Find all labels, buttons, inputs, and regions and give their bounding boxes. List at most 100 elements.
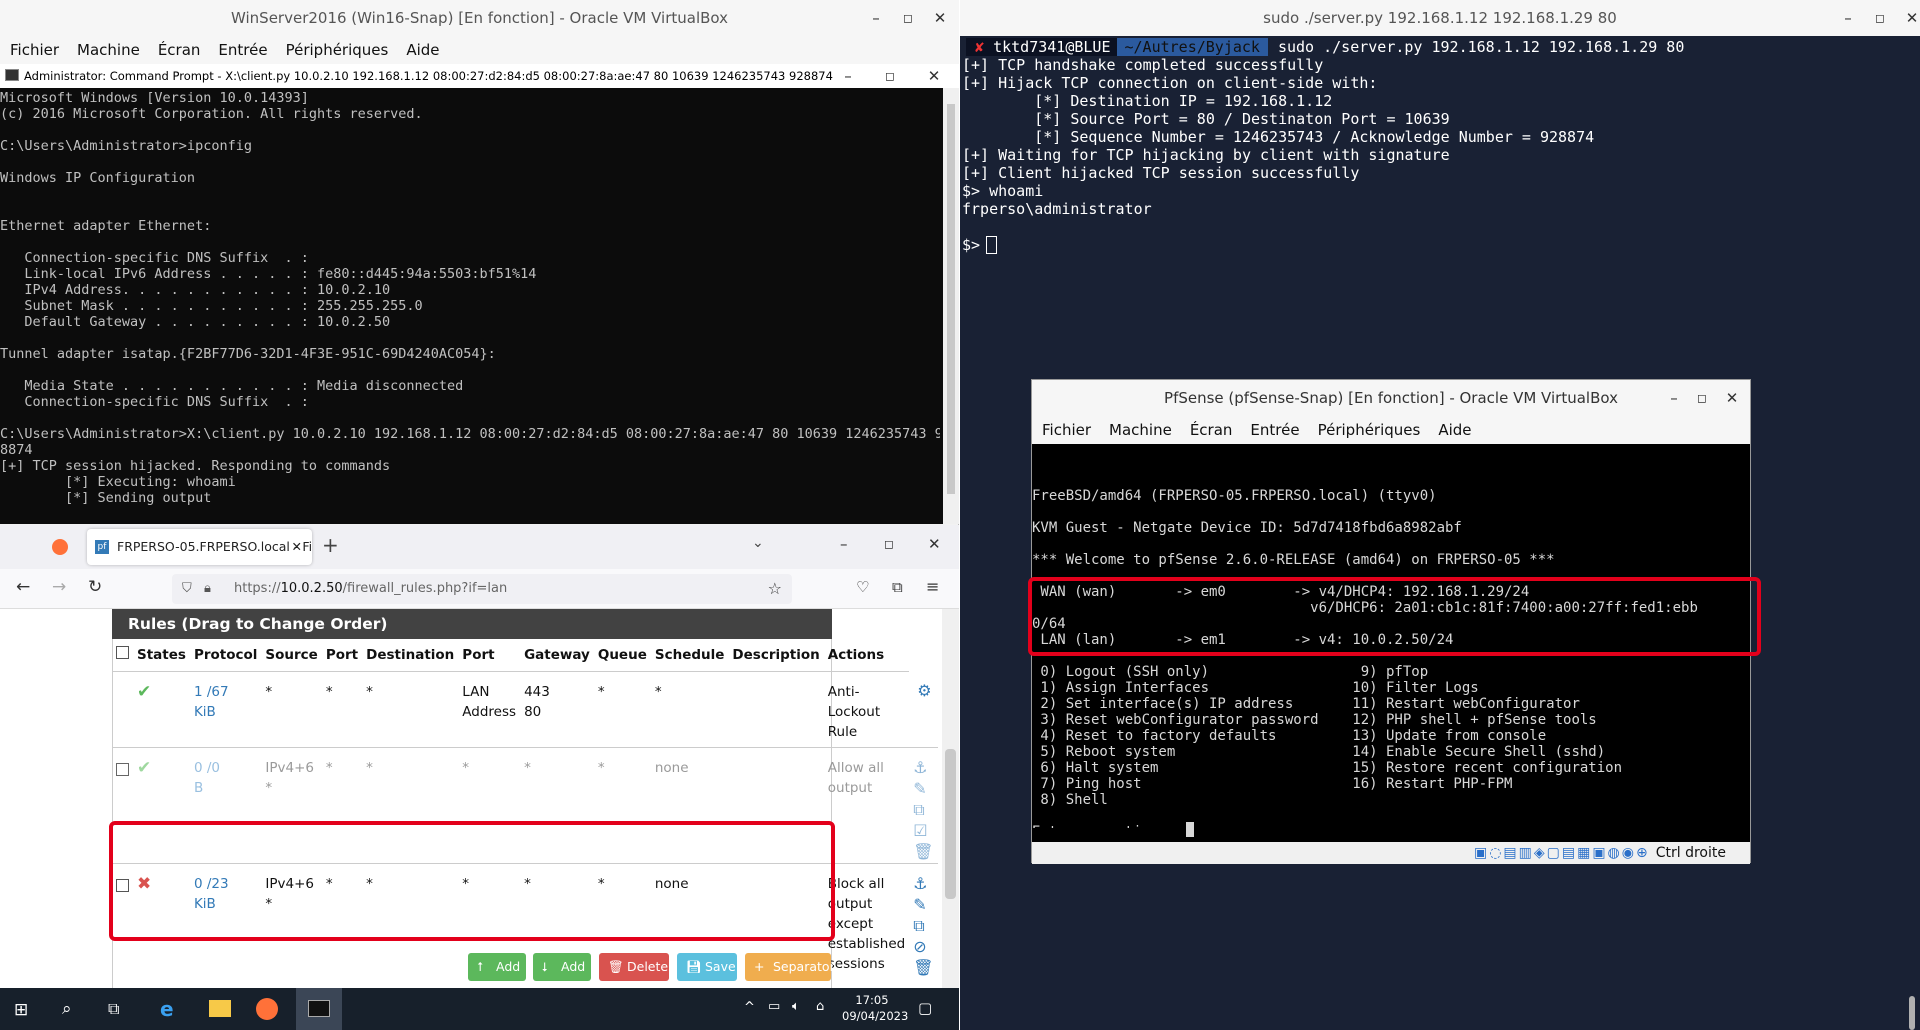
states-unit: B [193, 779, 204, 796]
desc-line: Rule [827, 723, 858, 740]
minimize-icon[interactable]: – [840, 535, 848, 553]
menu-aide[interactable]: Aide [406, 41, 439, 59]
minimize-icon[interactable]: – [830, 58, 866, 94]
tray-chevron-icon[interactable]: ^ [744, 1000, 755, 1015]
tab-firewall-rules[interactable]: pf FRPERSO-05.FRPERSO.local - Fi ✕ [87, 529, 312, 565]
bookmark-star-icon[interactable]: ☆ [768, 574, 782, 604]
tab-close-icon[interactable]: ✕ [292, 529, 302, 565]
extensions-icon[interactable]: ⧉ [892, 578, 903, 596]
select-all-checkbox[interactable] [112, 639, 133, 672]
rules-panel: Rules (Drag to Change Order) States Prot… [109, 609, 938, 988]
vbox-status-icons[interactable]: ▣◌▤▥◈▢▤▦▣◍◉⊕ [1474, 845, 1650, 861]
anchor-icon[interactable]: ⚓ [913, 874, 927, 894]
maximize-icon[interactable]: ◻ [872, 58, 908, 94]
copy-icon[interactable]: ⧉ [913, 800, 924, 820]
firefox-taskbar-icon[interactable] [256, 998, 278, 1020]
menu-entree[interactable]: Entrée [218, 41, 267, 59]
close-icon[interactable]: ✕ [922, 0, 958, 36]
maximize-icon[interactable]: ◻ [884, 537, 894, 551]
table-row[interactable]: ✔ 1 /67 KiB * * * LAN Address 443 80 * * An… [112, 671, 938, 747]
disable-ban-icon[interactable]: ⊘ [913, 937, 926, 957]
prompt-user: tktd7341@BLUE [993, 38, 1117, 56]
maximize-icon[interactable]: ◻ [890, 0, 926, 36]
search-icon[interactable]: ⌕ [62, 999, 72, 1019]
edit-pencil-icon[interactable]: ✎ [913, 779, 926, 799]
add-top-button[interactable]: ⭡ Add [468, 953, 526, 981]
desc-line: Allow all [827, 759, 884, 776]
edit-pencil-icon[interactable]: ✎ [913, 895, 926, 915]
states-link[interactable]: 1 /67 [194, 684, 229, 700]
prompt-x-icon: ✘ [966, 38, 994, 56]
firefox-page: Rules (Drag to Change Order) States Prot… [0, 609, 959, 988]
col-gateway: Gateway [520, 639, 594, 672]
delete-button[interactable]: 🗑︎ Delete [599, 953, 669, 981]
add-bottom-button[interactable]: ⭣ Add [533, 953, 591, 981]
protocol-cell: * [265, 683, 273, 700]
terminal-scrollbar[interactable] [1909, 996, 1915, 1030]
file-explorer-icon[interactable] [209, 1000, 231, 1017]
trash-icon[interactable]: 🗑︎ [913, 958, 933, 978]
col-port: Port [321, 639, 363, 672]
firefox-view-icon[interactable] [52, 539, 68, 555]
close-icon[interactable]: ✕ [1714, 380, 1750, 416]
terminal-output: [+] TCP handshake completed successfully… [962, 56, 1595, 254]
clock-time: 17:05 [855, 993, 889, 1007]
rules-table-header: States Protocol Source Port Destination … [112, 639, 938, 672]
gateway-cell: * [597, 683, 605, 700]
separator-button[interactable]: + Separator [745, 953, 835, 981]
edge-icon[interactable]: e [160, 997, 174, 1021]
task-view-icon[interactable]: ⧉ [108, 999, 119, 1019]
menu-aide[interactable]: Aide [1438, 421, 1471, 439]
url-bar[interactable]: ⛉ 🔒︎ https://10.0.2.50/firewall_rules.ph… [172, 574, 792, 604]
copy-icon[interactable]: ⧉ [913, 916, 924, 936]
vbox-pfsense-window: PfSense (pfSense-Snap) [En fonction] - O… [1028, 379, 1761, 864]
rules-panel-title: Rules (Drag to Change Order) [112, 609, 832, 639]
menu-hamburger-icon[interactable]: ≡ [926, 577, 939, 596]
tab-list-chevron-icon[interactable]: ⌄ [752, 535, 764, 551]
menu-peripheriques[interactable]: Périphériques [286, 41, 389, 59]
cmd-output: Microsoft Windows [Version 10.0.14393] (… [0, 90, 940, 506]
menu-machine[interactable]: Machine [1109, 421, 1172, 439]
menu-fichier[interactable]: Fichier [10, 41, 59, 59]
menu-ecran[interactable]: Écran [1190, 421, 1233, 439]
network-icon[interactable]: ⌂ [816, 999, 824, 1014]
save-button[interactable]: 💾︎ Save [677, 953, 737, 981]
clock-date: 09/04/2023 [842, 1009, 909, 1023]
cmd-scrollbar[interactable] [943, 88, 959, 524]
taskbar-clock[interactable]: 17:05 09/04/2023 [842, 992, 909, 1024]
notifications-icon[interactable]: ▢ [918, 999, 932, 1017]
new-tab-icon[interactable]: + [322, 533, 339, 557]
minimize-icon[interactable]: – [858, 0, 894, 36]
menu-peripheriques[interactable]: Périphériques [1318, 421, 1421, 439]
forward-icon[interactable]: → [52, 577, 66, 597]
cmd-taskbar-button[interactable] [296, 988, 342, 1030]
states-link[interactable]: 0 /0 [194, 760, 220, 776]
windows-start-icon[interactable]: ⊞ [14, 1000, 28, 1020]
menu-ecran[interactable]: Écran [158, 41, 201, 59]
pocket-icon[interactable]: ♡ [856, 578, 869, 596]
menu-machine[interactable]: Machine [77, 41, 140, 59]
dport-cell-2: 80 [524, 703, 542, 720]
vbox-menubar: Fichier Machine Écran Entrée Périphériqu… [0, 36, 959, 64]
col-actions: Actions [823, 639, 910, 672]
page-scrollbar[interactable] [942, 609, 959, 988]
close-icon[interactable]: ✕ [1894, 0, 1920, 36]
volume-icon[interactable]: 🔈︎ [792, 999, 800, 1014]
maximize-icon[interactable]: ◻ [1862, 0, 1898, 36]
back-icon[interactable]: ← [16, 577, 30, 597]
queue-cell: * [654, 683, 662, 700]
tab-title: FRPERSO-05.FRPERSO.local - Fi [117, 539, 312, 554]
trash-icon[interactable]: 🗑︎ [913, 842, 933, 862]
minimize-icon[interactable]: – [1830, 0, 1866, 36]
menu-entree[interactable]: Entrée [1250, 421, 1299, 439]
col-destination: Destination [362, 639, 459, 672]
close-icon[interactable]: ✕ [928, 535, 941, 553]
anchor-icon[interactable]: ⚓ [913, 758, 927, 778]
reload-icon[interactable]: ↻ [88, 577, 102, 597]
menu-fichier[interactable]: Fichier [1042, 421, 1091, 439]
prompt-command: sudo ./server.py 192.168.1.12 192.168.1.… [1277, 38, 1685, 56]
enable-check-icon[interactable]: ☑ [913, 821, 927, 841]
highlight-box [109, 821, 835, 941]
gear-icon[interactable]: ⚙ [913, 681, 931, 701]
destination-cell: LAN [462, 683, 490, 700]
